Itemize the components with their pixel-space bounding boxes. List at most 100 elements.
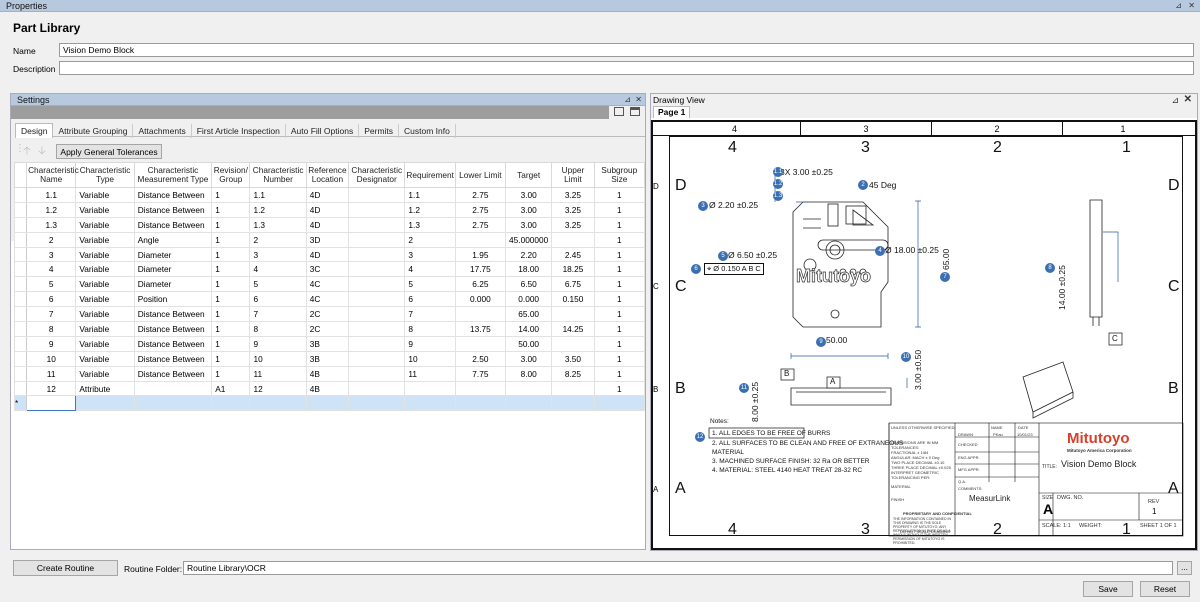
tab-first-article-inspection[interactable]: First Article Inspection xyxy=(192,124,286,138)
table-cell[interactable]: 1 xyxy=(211,231,251,248)
column-header[interactable]: Characteristic Type xyxy=(75,162,135,188)
table-cell[interactable]: Distance Between xyxy=(133,187,213,203)
tab-permits[interactable]: Permits xyxy=(359,124,400,138)
table-cell[interactable]: 0.000 xyxy=(505,291,553,308)
table-cell[interactable]: 2.50 xyxy=(454,350,507,367)
table-cell[interactable]: 8.25 xyxy=(551,365,595,382)
create-routine-button[interactable]: Create Routine xyxy=(13,560,118,576)
table-row[interactable]: 1.3 Variable Distance Between 1 1.3 4D 1.3 2.75… xyxy=(13,216,646,233)
table-cell[interactable]: 3D xyxy=(305,231,350,248)
balloon-3[interactable]: 3 xyxy=(698,201,708,211)
table-cell[interactable]: 8 xyxy=(249,321,307,337)
row-selector[interactable] xyxy=(13,201,28,218)
table-cell[interactable]: Diameter xyxy=(133,246,213,263)
table-row[interactable]: 1.2 Variable Distance Between 1 1.2 4D 1.2 2.75… xyxy=(13,201,646,218)
table-cell[interactable] xyxy=(348,395,406,412)
table-cell[interactable] xyxy=(505,380,553,397)
close-icon[interactable]: ✕ xyxy=(1188,0,1195,12)
row-selector[interactable] xyxy=(13,246,28,263)
table-cell[interactable]: 1.2 xyxy=(404,201,456,218)
move-down-icon[interactable]: 🡣 xyxy=(38,142,46,161)
table-cell[interactable]: 5 xyxy=(26,276,77,293)
tab-attribute-grouping[interactable]: Attribute Grouping xyxy=(53,124,134,138)
table-cell[interactable]: 1 xyxy=(211,350,251,367)
dimension-9[interactable]: 50.00 xyxy=(826,335,847,345)
table-cell[interactable]: 1 xyxy=(593,335,646,352)
table-row[interactable]: 1.1 Variable Distance Between 1 1.1 4D 1.1 2.75… xyxy=(13,187,646,203)
table-cell[interactable]: Variable xyxy=(75,276,135,293)
row-selector[interactable] xyxy=(13,187,28,203)
table-cell[interactable]: 3.50 xyxy=(551,350,595,367)
table-cell[interactable]: 4D xyxy=(305,201,350,218)
table-cell[interactable]: 10 xyxy=(249,350,307,367)
table-cell[interactable]: 9 xyxy=(26,335,77,352)
table-cell[interactable] xyxy=(551,231,595,248)
balloon-1-3[interactable]: 1.3 xyxy=(773,191,783,201)
table-cell[interactable]: 0.150 xyxy=(551,291,595,308)
table-cell[interactable]: Variable xyxy=(75,306,135,323)
table-cell[interactable]: 6 xyxy=(249,291,307,308)
table-cell[interactable]: 10 xyxy=(404,350,456,367)
reset-button[interactable]: Reset xyxy=(1140,581,1190,597)
table-cell[interactable]: 2 xyxy=(26,231,77,248)
table-cell[interactable]: 0.000 xyxy=(454,291,507,308)
table-cell[interactable]: 1.3 xyxy=(404,216,456,233)
row-selector[interactable] xyxy=(13,365,28,382)
table-cell[interactable]: 14.00 xyxy=(505,321,553,337)
table-cell[interactable]: Position xyxy=(133,291,213,308)
table-cell[interactable]: 1.1 xyxy=(404,187,456,203)
table-row[interactable]: 3 Variable Diameter 1 3 4D 3 1.95 2.20 2.45 1 xyxy=(13,246,646,263)
table-cell[interactable] xyxy=(305,395,350,412)
table-cell[interactable]: 1 xyxy=(211,335,251,352)
table-cell[interactable]: 7.75 xyxy=(454,365,507,382)
table-cell[interactable] xyxy=(551,380,595,397)
table-cell[interactable] xyxy=(404,380,456,397)
table-cell[interactable] xyxy=(75,395,135,412)
table-cell[interactable]: 1 xyxy=(211,321,251,337)
pin-icon[interactable]: ⊿ xyxy=(1175,0,1182,12)
column-header[interactable]: Characteristic Number xyxy=(249,162,307,188)
table-cell[interactable] xyxy=(348,350,406,367)
table-cell[interactable]: Variable xyxy=(75,291,135,308)
balloon-11[interactable]: 11 xyxy=(739,383,749,393)
balloon-10[interactable]: 10 xyxy=(901,352,911,362)
balloon-8[interactable]: 8 xyxy=(1045,263,1055,273)
table-cell[interactable] xyxy=(249,395,307,412)
table-cell[interactable]: 1 xyxy=(211,291,251,308)
table-cell[interactable]: 12 xyxy=(26,380,77,397)
routine-folder-field[interactable]: Routine Library\OCR xyxy=(183,561,1173,575)
table-cell[interactable]: Variable xyxy=(75,321,135,337)
table-cell[interactable]: 4 xyxy=(26,261,77,278)
table-row[interactable]: 10 Variable Distance Between 1 10 3B 10 2.50 3.0… xyxy=(13,350,646,367)
table-cell[interactable] xyxy=(454,231,507,248)
table-cell[interactable] xyxy=(551,335,595,352)
tab-design[interactable]: Design xyxy=(15,123,54,138)
table-cell[interactable] xyxy=(348,335,406,352)
move-up-icon[interactable]: 🡡 xyxy=(23,142,31,161)
table-cell[interactable]: 14.25 xyxy=(551,321,595,337)
pin-icon[interactable]: ⊿ xyxy=(624,94,631,106)
table-cell[interactable]: 1 xyxy=(593,187,646,203)
drawing-sheet[interactable]: 4 3 2 1 D C B A 4 3 2 1 4 3 2 1 D C B A … xyxy=(651,120,1197,550)
table-cell[interactable]: 7 xyxy=(26,306,77,323)
row-selector[interactable] xyxy=(13,261,28,278)
table-cell[interactable]: 4D xyxy=(305,216,350,233)
column-header[interactable]: Requirement xyxy=(404,162,456,188)
table-cell[interactable]: 1 xyxy=(593,276,646,293)
row-selector[interactable] xyxy=(13,276,28,293)
dimension-3[interactable]: Ø 2.20 ±0.25 xyxy=(709,200,758,210)
table-cell[interactable]: 8 xyxy=(404,321,456,337)
layout-icon[interactable] xyxy=(630,107,640,116)
table-cell[interactable]: 1 xyxy=(211,365,251,382)
dimension-11[interactable]: 8.00 ±0.25 xyxy=(750,382,760,422)
table-cell[interactable]: Diameter xyxy=(133,276,213,293)
table-cell[interactable]: 3 xyxy=(249,246,307,263)
table-cell[interactable] xyxy=(505,395,553,412)
row-selector[interactable] xyxy=(13,306,28,323)
table-row[interactable]: 12 Attribute A1 12 4B 1 xyxy=(13,380,646,397)
table-cell[interactable]: 1 xyxy=(593,365,646,382)
table-cell[interactable] xyxy=(348,291,406,308)
dimension-7[interactable]: 65.00 xyxy=(941,249,951,270)
column-header[interactable]: Characteristic Name xyxy=(26,162,79,188)
table-cell[interactable]: 4C xyxy=(305,291,350,308)
